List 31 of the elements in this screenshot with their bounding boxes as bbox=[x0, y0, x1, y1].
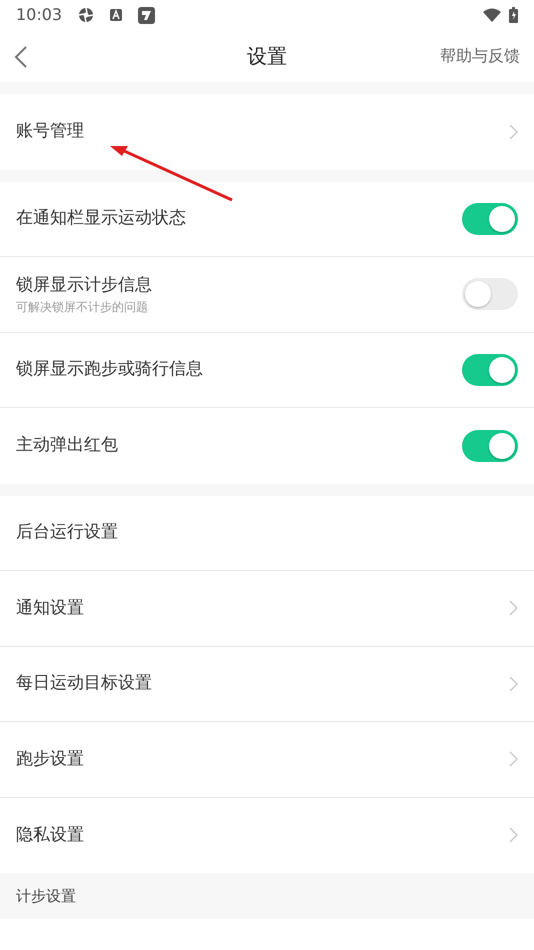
app-icon bbox=[138, 6, 156, 24]
wifi-icon bbox=[483, 8, 501, 22]
letter-icon bbox=[110, 9, 122, 21]
row-label: 锁屏显示计步信息 bbox=[16, 274, 152, 296]
back-button[interactable] bbox=[14, 44, 28, 68]
row-label: 通知设置 bbox=[16, 596, 84, 620]
row-label: 在通知栏显示运动状态 bbox=[16, 207, 186, 230]
page-title: 设置 bbox=[247, 43, 287, 70]
row-label: 后台运行设置 bbox=[16, 521, 118, 544]
aperture-icon bbox=[78, 7, 94, 23]
section-heading: 计步设置 bbox=[0, 873, 534, 919]
toggle-switch[interactable] bbox=[462, 202, 518, 235]
toggle-switch[interactable] bbox=[462, 278, 518, 310]
row-label: 隐私设置 bbox=[16, 824, 84, 846]
chevron-icon bbox=[509, 827, 518, 844]
row-label: 账号管理 bbox=[16, 120, 84, 143]
row-label: 跑步设置 bbox=[16, 748, 84, 770]
toggle-switch[interactable] bbox=[462, 430, 518, 462]
status-time: 10:03 bbox=[16, 4, 62, 26]
chevron-icon bbox=[509, 751, 518, 768]
row-label: 每日运动目标设置 bbox=[16, 672, 152, 695]
row-label: 主动弹出红包 bbox=[16, 434, 118, 457]
chevron-icon bbox=[509, 124, 518, 140]
chevron-icon bbox=[509, 600, 518, 616]
chevron-icon bbox=[509, 676, 518, 692]
toggle-switch[interactable] bbox=[462, 354, 518, 386]
help-feedback-link[interactable]: 帮助与反馈 bbox=[440, 44, 520, 68]
row-label: 锁屏显示跑步或骑行信息 bbox=[16, 358, 203, 381]
row-hint: 可解决锁屏不计步的问题 bbox=[16, 299, 149, 316]
back-icon bbox=[14, 46, 28, 68]
battery-icon bbox=[509, 7, 518, 23]
